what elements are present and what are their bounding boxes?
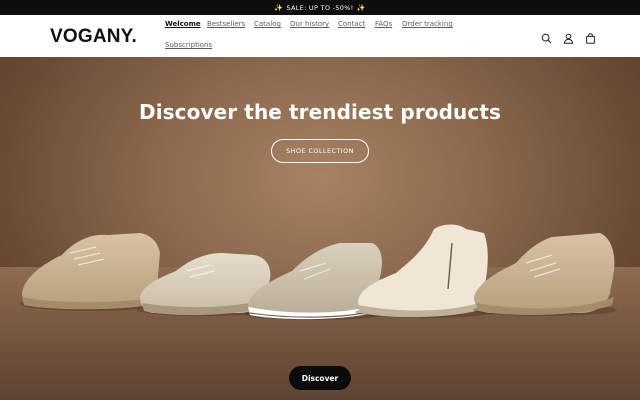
announcement-text: SALE: UP TO -50%! (286, 3, 354, 12)
discover-button[interactable]: Discover (289, 366, 351, 390)
announcement-bar: ✨ SALE: UP TO -50%! ✨ (0, 0, 640, 15)
nav-contact[interactable]: Contact (338, 20, 365, 28)
nav-order-tracking[interactable]: Order tracking (402, 20, 453, 28)
header-icons (541, 29, 596, 44)
search-icon[interactable] (541, 29, 552, 44)
shoe-5 (473, 233, 617, 316)
nav-bestsellers[interactable]: Bestsellers (207, 20, 245, 28)
nav-catalog[interactable]: Catalog (254, 20, 281, 28)
nav-welcome[interactable]: Welcome (165, 20, 201, 28)
hero-banner: Discover the trendiest products SHOE COL… (0, 57, 640, 400)
shoe-collection-button[interactable]: SHOE COLLECTION (271, 139, 369, 163)
nav-subscriptions[interactable]: Subscriptions (165, 41, 212, 49)
shoe-1 (20, 233, 160, 311)
cart-icon[interactable] (585, 29, 596, 44)
sparkles-icon: ✨ (274, 3, 284, 12)
sparkles-icon: ✨ (356, 3, 366, 12)
nav-our-history[interactable]: Our history (290, 20, 329, 28)
site-logo[interactable]: VOGANY. (50, 26, 137, 48)
site-header: VOGANY. Welcome Bestsellers Catalog Our … (0, 15, 640, 57)
hero-title: Discover the trendiest products (139, 100, 501, 124)
nav-faqs[interactable]: FAQs (375, 20, 392, 28)
account-icon[interactable] (563, 29, 574, 44)
